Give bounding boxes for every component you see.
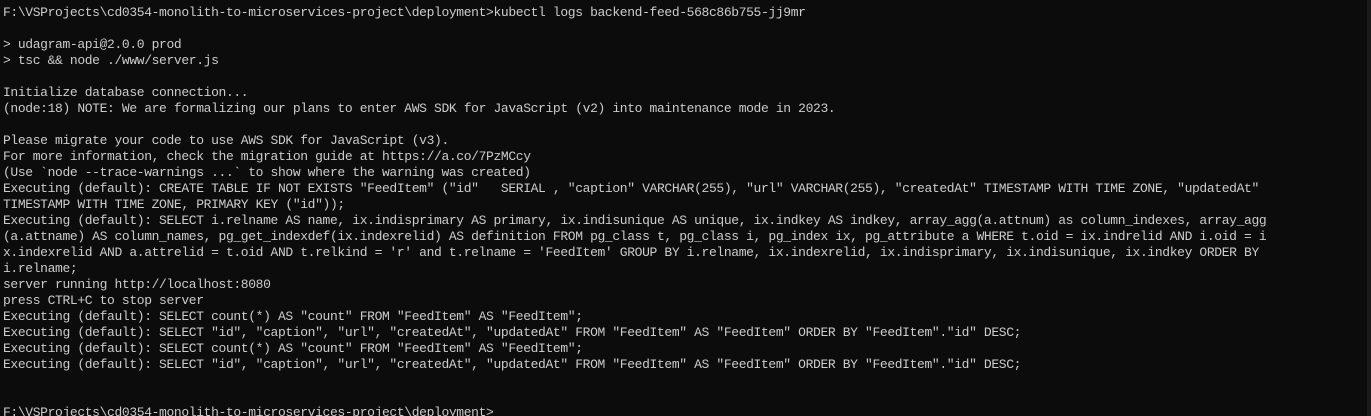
terminal-line: > udagram-api@2.0.0 prod bbox=[3, 37, 182, 52]
terminal-line: Executing (default): SELECT count(*) AS … bbox=[3, 309, 583, 324]
terminal-line: server running http://localhost:8080 bbox=[3, 277, 271, 292]
terminal-line: TIMESTAMP WITH TIME ZONE, PRIMARY KEY ("… bbox=[3, 197, 345, 212]
terminal-line: x.indexrelid AND a.attrelid = t.oid AND … bbox=[3, 245, 1259, 260]
terminal-line: Initialize database connection... bbox=[3, 85, 249, 100]
terminal-line: Executing (default): SELECT count(*) AS … bbox=[3, 341, 583, 356]
terminal-line: Executing (default): CREATE TABLE IF NOT… bbox=[3, 181, 1259, 196]
terminal-line: press CTRL+C to stop server bbox=[3, 293, 204, 308]
terminal-line: (node:18) NOTE: We are formalizing our p… bbox=[3, 101, 836, 116]
terminal-line: F:\VSProjects\cd0354-monolith-to-microse… bbox=[3, 5, 806, 20]
command-prompt-line[interactable]: F:\VSProjects\cd0354-monolith-to-microse… bbox=[3, 405, 1367, 416]
terminal-line: (Use `node --trace-warnings ...` to show… bbox=[3, 165, 531, 180]
terminal-line: Executing (default): SELECT "id", "capti… bbox=[3, 325, 1022, 340]
command-prompt: F:\VSProjects\cd0354-monolith-to-microse… bbox=[3, 405, 494, 416]
terminal-line: i.relname; bbox=[3, 261, 78, 276]
terminal-line: (a.attname) AS column_names, pg_get_inde… bbox=[3, 229, 1267, 244]
terminal-window[interactable]: F:\VSProjects\cd0354-monolith-to-microse… bbox=[0, 0, 1367, 416]
terminal-line: Executing (default): SELECT i.relname AS… bbox=[3, 213, 1267, 228]
terminal-line: Executing (default): SELECT "id", "capti… bbox=[3, 357, 1022, 372]
terminal-line: Please migrate your code to use AWS SDK … bbox=[3, 133, 449, 148]
terminal-line: For more information, check the migratio… bbox=[3, 149, 531, 164]
vertical-scrollbar[interactable] bbox=[1367, 0, 1371, 416]
terminal-line: > tsc && node ./www/server.js bbox=[3, 53, 219, 68]
terminal-output: F:\VSProjects\cd0354-monolith-to-microse… bbox=[3, 5, 1367, 405]
